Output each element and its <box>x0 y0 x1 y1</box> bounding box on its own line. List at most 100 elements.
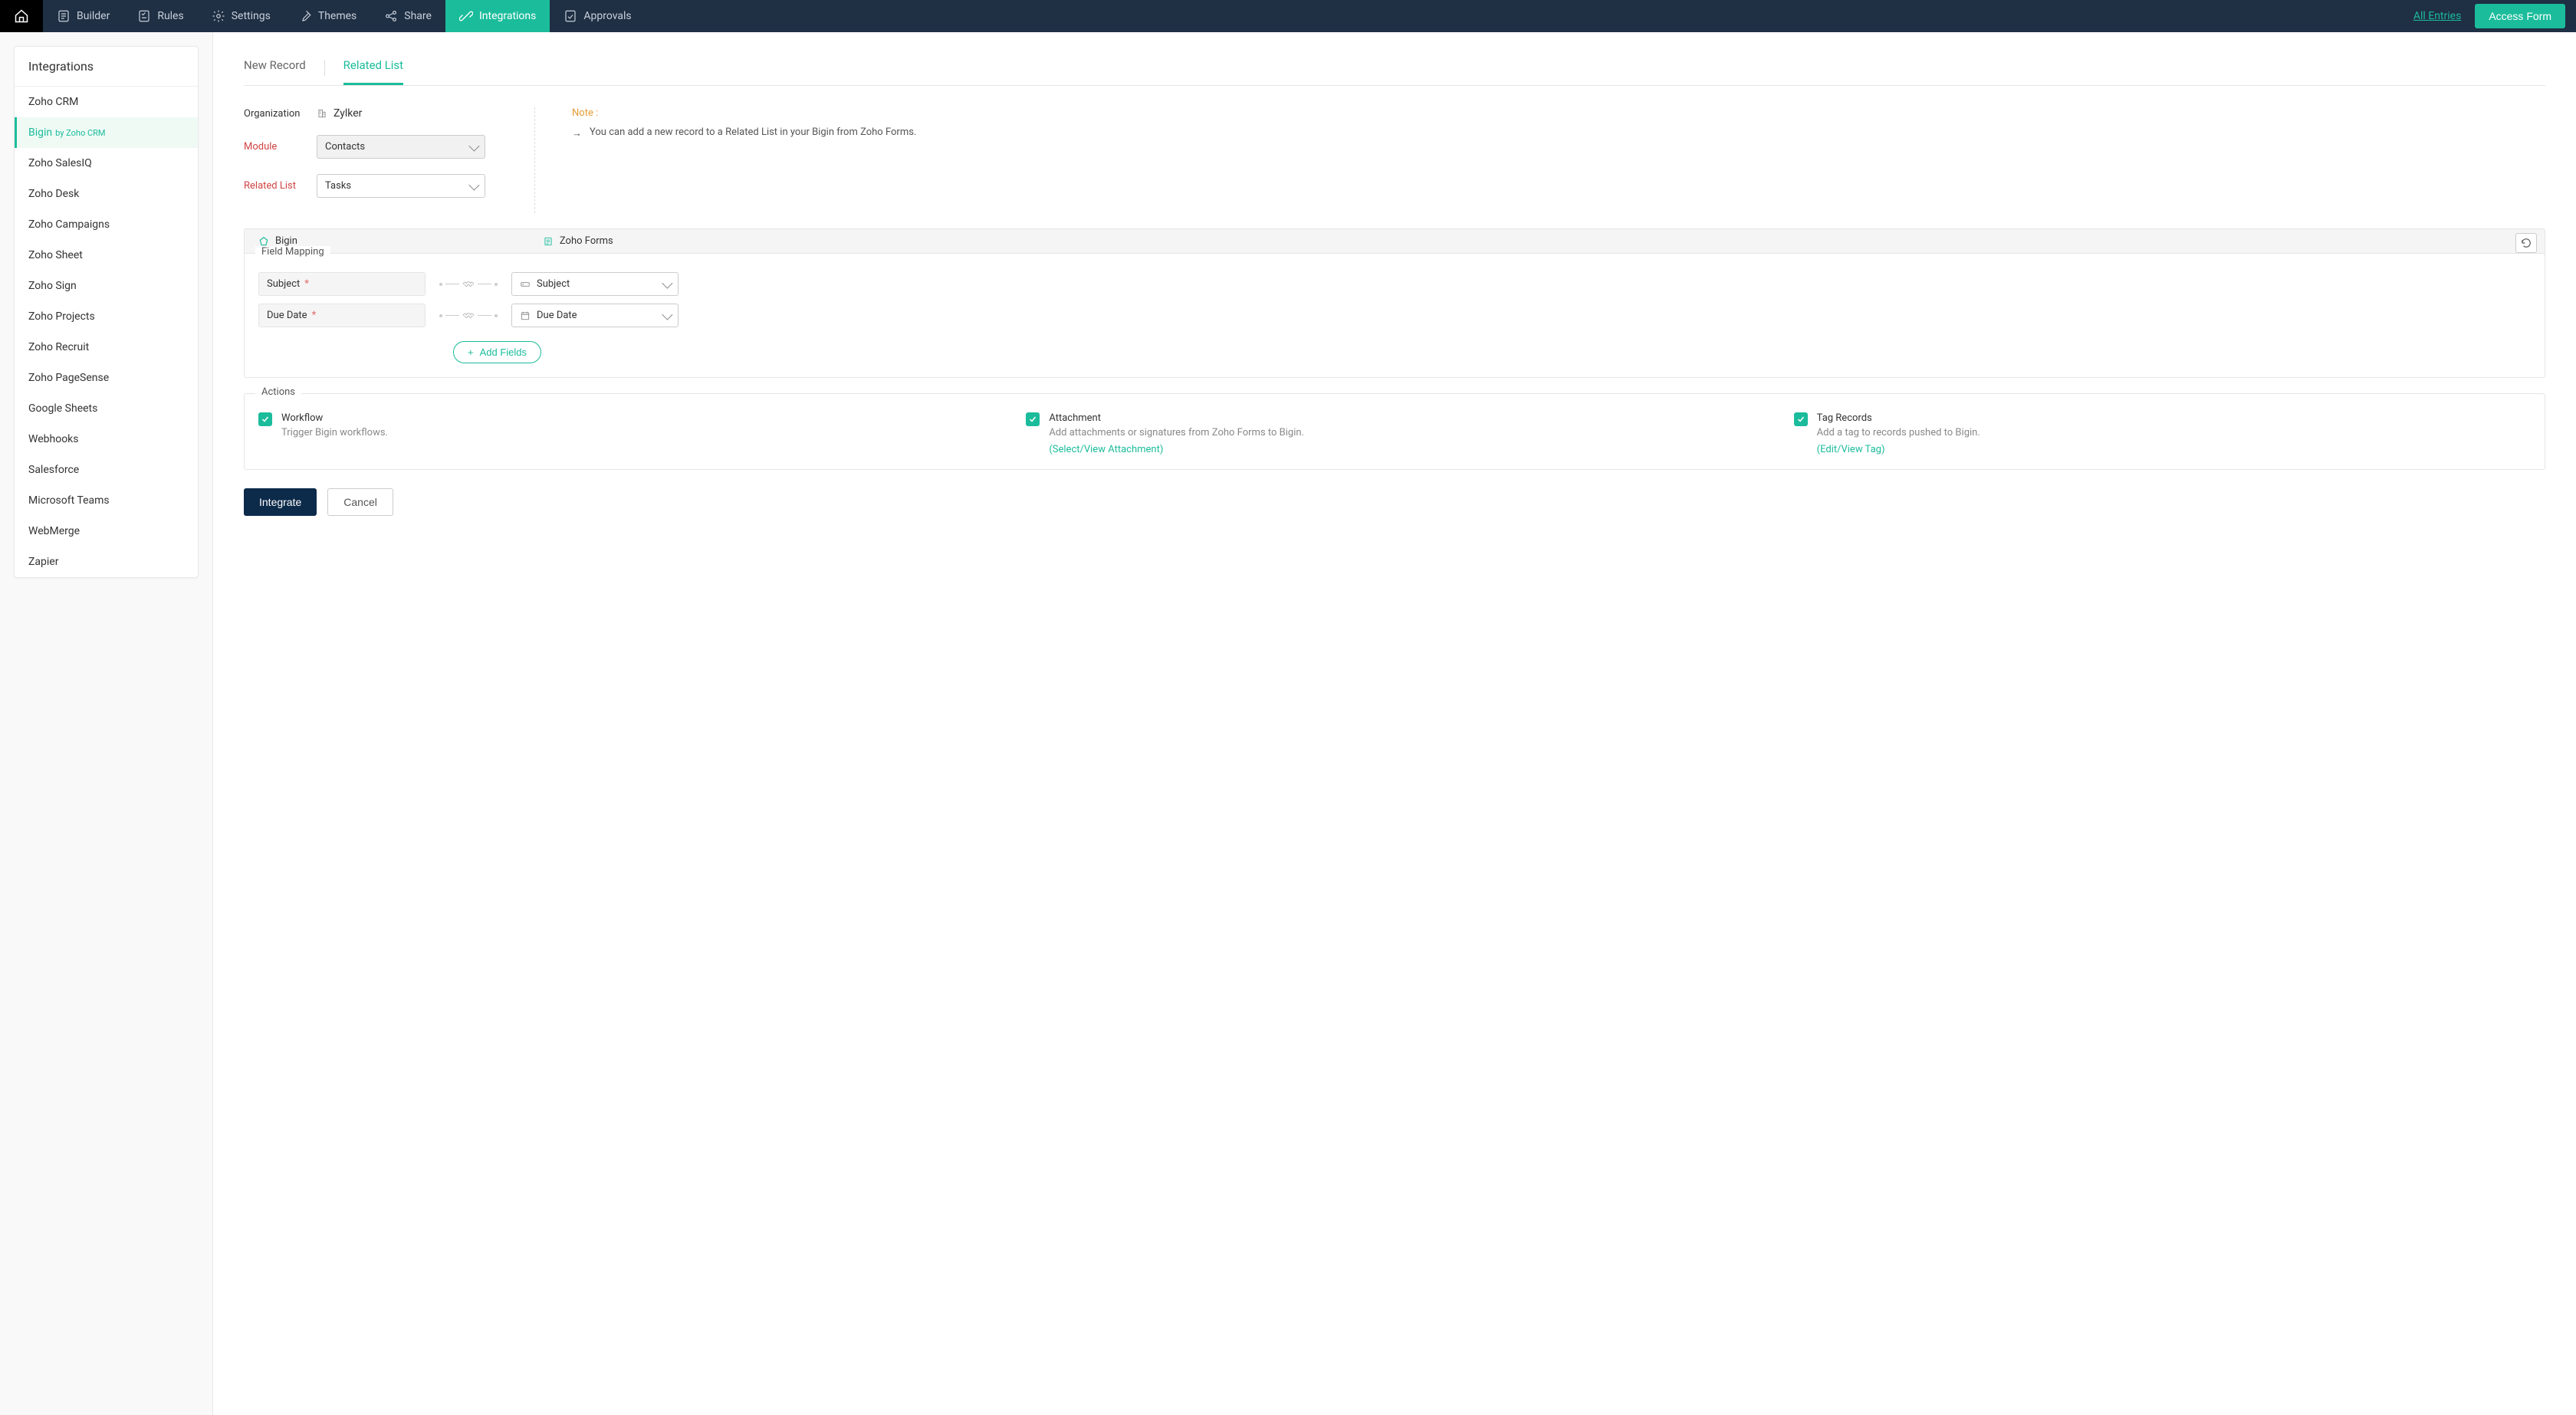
mapping-row: Subject* Subject <box>258 272 2531 296</box>
connector-icon <box>438 280 499 289</box>
nav-label: Rules <box>157 10 183 22</box>
action-tag-records: Tag Records Add a tag to records pushed … <box>1794 412 2531 455</box>
nav-settings[interactable]: Settings <box>198 0 284 32</box>
bigin-field: Subject* <box>258 272 426 296</box>
note-text: You can add a new record to a Related Li… <box>590 125 916 143</box>
bigin-field: Due Date* <box>258 304 426 327</box>
forms-field-select[interactable]: Due Date <box>511 304 678 327</box>
module-value: Contacts <box>325 141 365 153</box>
share-icon <box>384 9 398 23</box>
chevron-down-icon <box>468 179 479 190</box>
mapping-header-bigin: Bigin <box>258 235 297 247</box>
note-label: Note : <box>572 107 2545 119</box>
mapping-row: Due Date* Due Date <box>258 304 2531 327</box>
all-entries-link[interactable]: All Entries <box>2400 10 2475 22</box>
nav-themes[interactable]: Themes <box>284 0 370 32</box>
chevron-down-icon <box>468 140 479 151</box>
nav-label: Share <box>404 10 432 22</box>
action-title: Tag Records <box>1817 412 1980 424</box>
nav-label: Themes <box>318 10 356 22</box>
sidebar-item-zoho-campaigns[interactable]: Zoho Campaigns <box>15 209 198 240</box>
sidebar-item-google-sheets[interactable]: Google Sheets <box>15 393 198 424</box>
footer-buttons: Integrate Cancel <box>244 488 2545 516</box>
sidebar-item-zoho-recruit[interactable]: Zoho Recruit <box>15 332 198 363</box>
relatedlist-label: Related List <box>244 180 317 192</box>
action-link[interactable]: (Select/View Attachment) <box>1049 444 1163 455</box>
add-fields-button[interactable]: + Add Fields <box>453 341 541 363</box>
tab-related-list[interactable]: Related List <box>343 51 403 85</box>
top-nav: Builder Rules Settings Themes Share Inte… <box>0 0 2576 32</box>
action-title: Attachment <box>1049 412 1304 424</box>
text-field-icon <box>520 279 531 290</box>
chevron-down-icon <box>662 309 672 320</box>
nav-approvals[interactable]: Approvals <box>550 0 645 32</box>
nav-builder[interactable]: Builder <box>43 0 123 32</box>
nav-label: Settings <box>232 10 271 22</box>
cancel-button[interactable]: Cancel <box>327 488 393 516</box>
connector-icon <box>438 311 499 320</box>
checkbox-attachment[interactable] <box>1026 412 1040 426</box>
field-mapping-legend: Field Mapping <box>255 246 330 258</box>
tab-new-record[interactable]: New Record <box>244 51 306 85</box>
themes-icon <box>298 9 312 23</box>
nav-label: Integrations <box>479 10 536 22</box>
refresh-button[interactable] <box>2515 233 2537 253</box>
sidebar-item-salesforce[interactable]: Salesforce <box>15 455 198 485</box>
gear-icon <box>212 9 225 23</box>
plus-icon: + <box>468 346 474 358</box>
sidebar: Integrations Zoho CRM Biginby Zoho CRM Z… <box>0 32 213 1415</box>
action-title: Workflow <box>281 412 388 424</box>
action-desc: Add a tag to records pushed to Bigin. <box>1817 425 1980 441</box>
sidebar-item-webhooks[interactable]: Webhooks <box>15 424 198 455</box>
chevron-down-icon <box>662 277 672 288</box>
module-label: Module <box>244 141 317 153</box>
home-button[interactable] <box>0 0 43 32</box>
action-attachment: Attachment Add attachments or signatures… <box>1026 412 1763 455</box>
action-desc: Trigger Bigin workflows. <box>281 425 388 441</box>
sidebar-item-bigin[interactable]: Biginby Zoho CRM <box>15 117 198 148</box>
note-item: → You can add a new record to a Related … <box>572 125 2545 143</box>
rules-icon <box>137 9 151 23</box>
nav-integrations[interactable]: Integrations <box>445 0 550 32</box>
nav-share[interactable]: Share <box>370 0 445 32</box>
nav-rules[interactable]: Rules <box>123 0 197 32</box>
tab-divider <box>324 61 325 76</box>
integrate-button[interactable]: Integrate <box>244 488 317 516</box>
action-link[interactable]: (Edit/View Tag) <box>1817 444 1885 455</box>
sidebar-item-zoho-projects[interactable]: Zoho Projects <box>15 301 198 332</box>
field-mapping-box: Field Mapping Subject* Subject <box>244 254 2545 378</box>
sidebar-item-webmerge[interactable]: WebMerge <box>15 516 198 547</box>
arrow-right-icon: → <box>572 126 582 143</box>
actions-legend: Actions <box>255 386 301 398</box>
bigin-icon <box>258 236 269 247</box>
mapping-header-forms: Zoho Forms <box>543 235 613 247</box>
action-desc: Add attachments or signatures from Zoho … <box>1049 425 1304 441</box>
sidebar-title: Integrations <box>15 47 198 87</box>
sidebar-item-microsoft-teams[interactable]: Microsoft Teams <box>15 485 198 516</box>
builder-icon <box>57 9 71 23</box>
actions-box: Actions Workflow Trigger Bigin workflows… <box>244 393 2545 470</box>
sidebar-item-zoho-salesiq[interactable]: Zoho SalesIQ <box>15 148 198 179</box>
sidebar-item-zapier[interactable]: Zapier <box>15 547 198 577</box>
sidebar-item-zoho-pagesense[interactable]: Zoho PageSense <box>15 363 198 393</box>
check-icon <box>1028 415 1037 424</box>
forms-field-select[interactable]: Subject <box>511 272 678 296</box>
checkbox-workflow[interactable] <box>258 412 272 426</box>
sidebar-item-zoho-crm[interactable]: Zoho CRM <box>15 87 198 117</box>
checkbox-tag-records[interactable] <box>1794 412 1808 426</box>
org-value: Zylker <box>334 107 362 120</box>
required-star: * <box>312 310 317 321</box>
check-icon <box>1796 415 1806 424</box>
required-star: * <box>304 278 309 290</box>
access-form-button[interactable]: Access Form <box>2475 4 2565 28</box>
sidebar-item-zoho-sheet[interactable]: Zoho Sheet <box>15 240 198 271</box>
mapping-header: Bigin Zoho Forms <box>244 228 2545 254</box>
module-select[interactable]: Contacts <box>317 135 485 159</box>
nav-label: Approvals <box>583 10 631 22</box>
sidebar-item-zoho-sign[interactable]: Zoho Sign <box>15 271 198 301</box>
sidebar-item-zoho-desk[interactable]: Zoho Desk <box>15 179 198 209</box>
tabs: New Record Related List <box>244 51 2545 86</box>
zoho-forms-icon <box>543 236 554 247</box>
relatedlist-select[interactable]: Tasks <box>317 174 485 198</box>
check-icon <box>261 415 270 424</box>
